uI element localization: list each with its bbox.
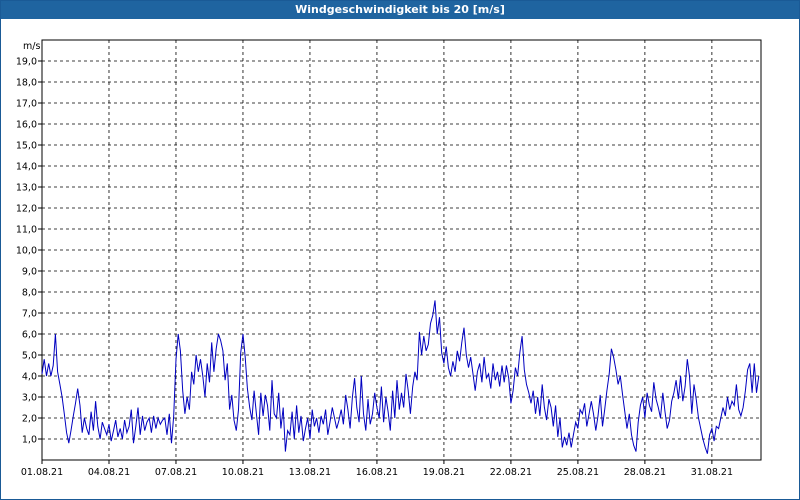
y-axis-unit-label: m/s [23,41,40,52]
y-tick-label: 7,0 [22,309,37,320]
x-axis-ticks: 01.08.21 04.08.21 07.08.21 10.08.21 13.08.21… [21,460,733,478]
x-tick-label: 25.08.21 [557,467,599,478]
x-tick-label: 28.08.21 [624,467,666,478]
y-tick-label: 6,0 [22,330,37,341]
x-tick-label: 31.08.21 [691,467,733,478]
x-tick-label: 01.08.21 [21,467,63,478]
y-tick-label: 15,0 [16,141,37,152]
y-tick-label: 13,0 [16,183,37,194]
y-tick-label: 10,0 [16,246,37,257]
y-tick-label: 2,0 [22,414,37,425]
y-axis-ticks: 1,0 2,0 3,0 4,0 5,0 6,0 7,0 8,0 9,0 10,0 11,0 12,0 1… [16,57,42,446]
y-tick-label: 8,0 [22,288,37,299]
y-tick-label: 14,0 [16,162,37,173]
y-tick-label: 9,0 [22,267,37,278]
y-tick-label: 12,0 [16,204,37,215]
x-tick-label: 13.08.21 [289,467,331,478]
x-tick-label: 19.08.21 [423,467,465,478]
y-tick-label: 1,0 [22,435,37,446]
x-tick-label: 22.08.21 [490,467,532,478]
y-tick-label: 18,0 [16,78,37,89]
y-tick-label: 11,0 [16,225,37,236]
y-tick-label: 17,0 [16,99,37,110]
x-tick-label: 10.08.21 [222,467,264,478]
wind-speed-chart: 1,0 2,0 3,0 4,0 5,0 6,0 7,0 8,0 9,0 10,0 11,0 12,0 1… [16,39,762,478]
y-tick-label: 19,0 [16,57,37,68]
x-tick-label: 04.08.21 [88,467,130,478]
x-tick-label: 16.08.21 [356,467,398,478]
y-tick-label: 5,0 [22,351,37,362]
y-tick-label: 4,0 [22,372,37,383]
x-tick-label: 07.08.21 [155,467,197,478]
y-tick-label: 16,0 [16,120,37,131]
y-tick-label: 3,0 [22,393,37,404]
